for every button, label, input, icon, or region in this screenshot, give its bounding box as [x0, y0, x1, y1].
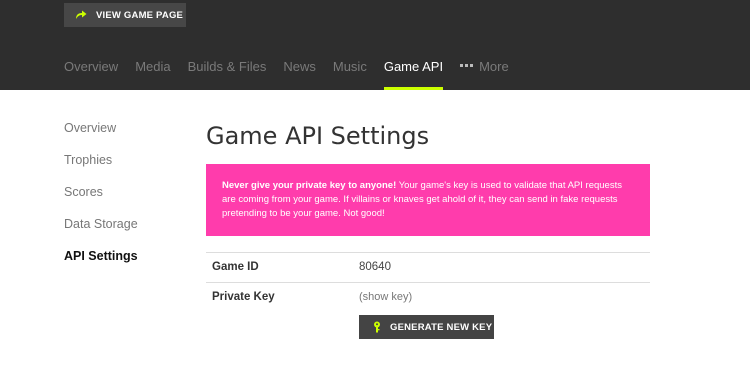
tab-music[interactable]: Music — [333, 58, 367, 90]
private-key-label: Private Key — [212, 291, 275, 303]
top-header: VIEW GAME PAGE Overview Media Builds & F… — [0, 0, 750, 90]
generate-new-key-button[interactable]: GENERATE NEW KEY — [359, 315, 494, 339]
dots-icon — [460, 64, 474, 67]
warning-bold-text: Never give your private key to anyone! — [222, 180, 397, 191]
tab-more-label: More — [479, 59, 509, 74]
tab-builds-files[interactable]: Builds & Files — [188, 58, 267, 90]
table-row: Private Key (show key) — [206, 282, 650, 312]
show-key-link[interactable]: (show key) — [359, 291, 412, 303]
private-key-warning: Never give your private key to anyone! Y… — [206, 164, 650, 236]
view-game-page-label: VIEW GAME PAGE — [96, 9, 184, 21]
page-title: Game API Settings — [206, 122, 430, 150]
game-id-value: 80640 — [359, 261, 391, 273]
tab-overview[interactable]: Overview — [64, 58, 118, 90]
generate-new-key-label: GENERATE NEW KEY — [390, 321, 493, 333]
tab-news[interactable]: News — [283, 58, 316, 90]
sidebar-item-api-settings[interactable]: API Settings — [64, 249, 184, 281]
game-id-label: Game ID — [212, 261, 259, 273]
tab-media[interactable]: Media — [135, 58, 170, 90]
view-game-page-button[interactable]: VIEW GAME PAGE — [64, 3, 186, 27]
sidebar-item-trophies[interactable]: Trophies — [64, 153, 184, 185]
game-nav: Overview Media Builds & Files News Music… — [64, 58, 526, 90]
sidebar-item-overview[interactable]: Overview — [64, 121, 184, 153]
table-row: Game ID 80640 — [206, 252, 650, 282]
arrow-right-icon — [74, 8, 88, 22]
tab-more[interactable]: More — [460, 58, 509, 90]
api-settings-table: Game ID 80640 Private Key (show key) — [206, 252, 650, 312]
sidebar-item-data-storage[interactable]: Data Storage — [64, 217, 184, 249]
sidebar: Overview Trophies Scores Data Storage AP… — [64, 121, 184, 281]
sidebar-item-scores[interactable]: Scores — [64, 185, 184, 217]
tab-game-api[interactable]: Game API — [383, 58, 444, 90]
key-icon — [371, 320, 383, 334]
